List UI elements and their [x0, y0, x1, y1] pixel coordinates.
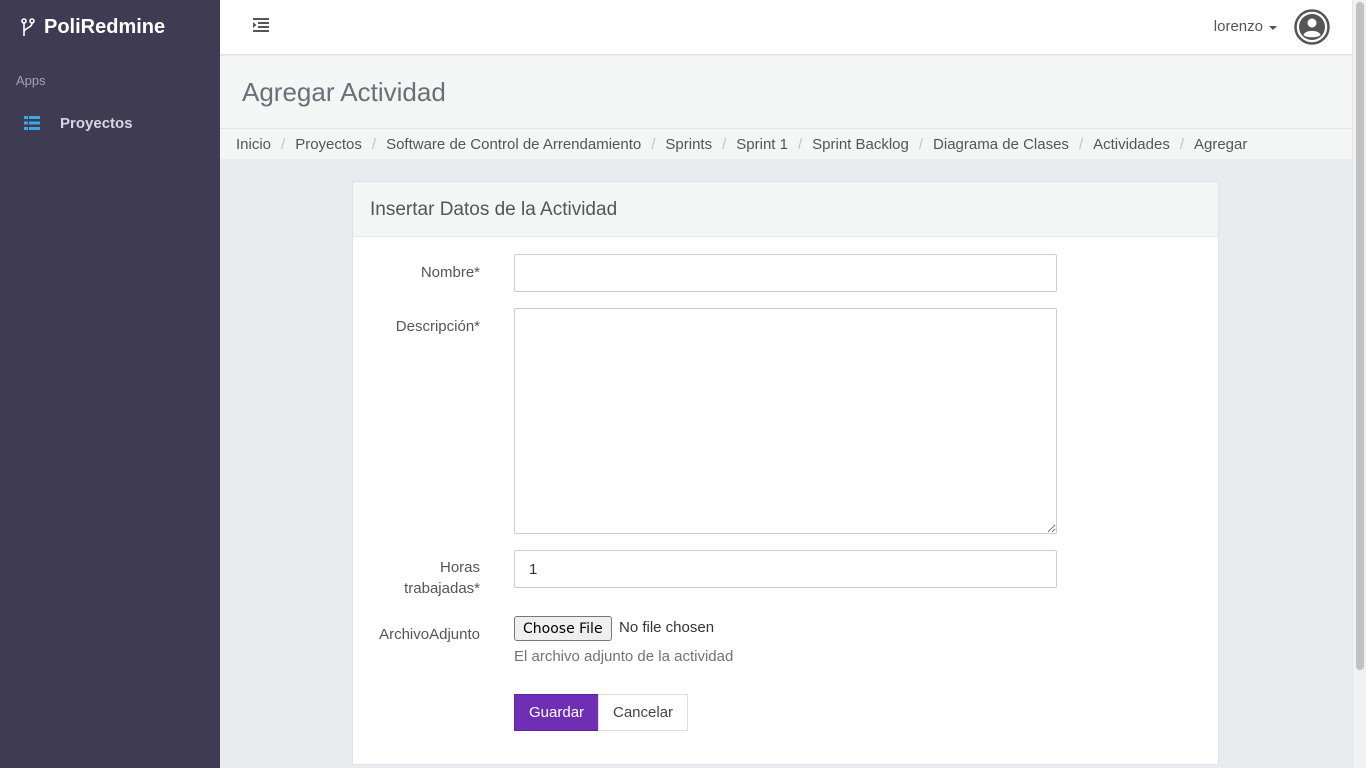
- user-name: lorenzo: [1213, 18, 1263, 35]
- breadcrumb-item[interactable]: Actividades: [1093, 136, 1170, 153]
- topbar: lorenzo: [220, 0, 1352, 55]
- breadcrumb-item[interactable]: Sprint Backlog: [812, 136, 909, 153]
- scrollbar[interactable]: [1352, 0, 1366, 768]
- breadcrumb-item-current: Agregar: [1194, 135, 1248, 153]
- nombre-input[interactable]: [514, 254, 1057, 292]
- horas-label: Horas trabajadas*: [404, 557, 480, 599]
- breadcrumb-item[interactable]: Software de Control de Arrendamiento: [386, 136, 641, 153]
- avatar[interactable]: [1294, 9, 1330, 45]
- breadcrumb-item[interactable]: Proyectos: [295, 136, 362, 153]
- scrollbar-thumb[interactable]: [1356, 2, 1364, 670]
- sidebar: PoliRedmine Apps Proyectos: [0, 0, 220, 768]
- horas-input[interactable]: [514, 550, 1057, 588]
- horas-label-line: Horas: [439, 559, 480, 576]
- branch-icon: [21, 17, 35, 36]
- breadcrumb-item[interactable]: Inicio: [236, 136, 271, 153]
- breadcrumb-separator: /: [722, 135, 727, 153]
- cancel-button[interactable]: Cancelar: [598, 694, 689, 731]
- sidebar-section-label: Apps: [16, 73, 46, 88]
- breadcrumb: Inicio / Proyectos / Software de Control d…: [220, 128, 1352, 159]
- horas-label-line: trabajadas*: [404, 580, 480, 597]
- activity-form-panel: Insertar Datos de la Actividad Nombre* D…: [352, 181, 1219, 765]
- breadcrumb-item[interactable]: Sprints: [665, 136, 712, 153]
- archivo-label: ArchivoAdjunto: [379, 626, 480, 643]
- page-title: Agregar Actividad: [242, 77, 446, 107]
- breadcrumb-item[interactable]: Diagrama de Clases: [933, 136, 1069, 153]
- save-button[interactable]: Guardar: [514, 694, 600, 731]
- descripcion-label: Descripción*: [395, 318, 480, 335]
- panel-title: Insertar Datos de la Actividad: [353, 182, 1218, 237]
- breadcrumb-separator: /: [281, 135, 286, 153]
- archivo-help-text: El archivo adjunto de la actividad: [514, 648, 734, 665]
- breadcrumb-item[interactable]: Sprint 1: [736, 136, 788, 153]
- breadcrumb-separator: /: [1078, 135, 1084, 153]
- descripcion-textarea[interactable]: [514, 308, 1057, 534]
- breadcrumb-separator: /: [918, 135, 924, 153]
- user-menu[interactable]: lorenzo: [1214, 18, 1277, 35]
- breadcrumb-separator: /: [651, 135, 656, 153]
- breadcrumb-separator: /: [371, 135, 377, 153]
- list-icon: [24, 116, 40, 130]
- brand[interactable]: PoliRedmine: [0, 0, 220, 55]
- nombre-label: Nombre*: [420, 264, 480, 281]
- choose-file-button[interactable]: Choose File: [514, 616, 612, 641]
- chevron-down-icon: [1269, 25, 1277, 30]
- file-status: No file chosen: [619, 619, 715, 636]
- breadcrumb-separator: /: [1179, 135, 1184, 153]
- page-header: Agregar Actividad: [220, 56, 1352, 128]
- sidebar-item-proyectos[interactable]: Proyectos: [0, 100, 220, 146]
- sidebar-item-label: Proyectos: [60, 114, 133, 132]
- app-name: PoliRedmine: [44, 16, 166, 38]
- sidebar-toggle-icon[interactable]: [253, 18, 269, 32]
- breadcrumb-separator: /: [797, 135, 803, 153]
